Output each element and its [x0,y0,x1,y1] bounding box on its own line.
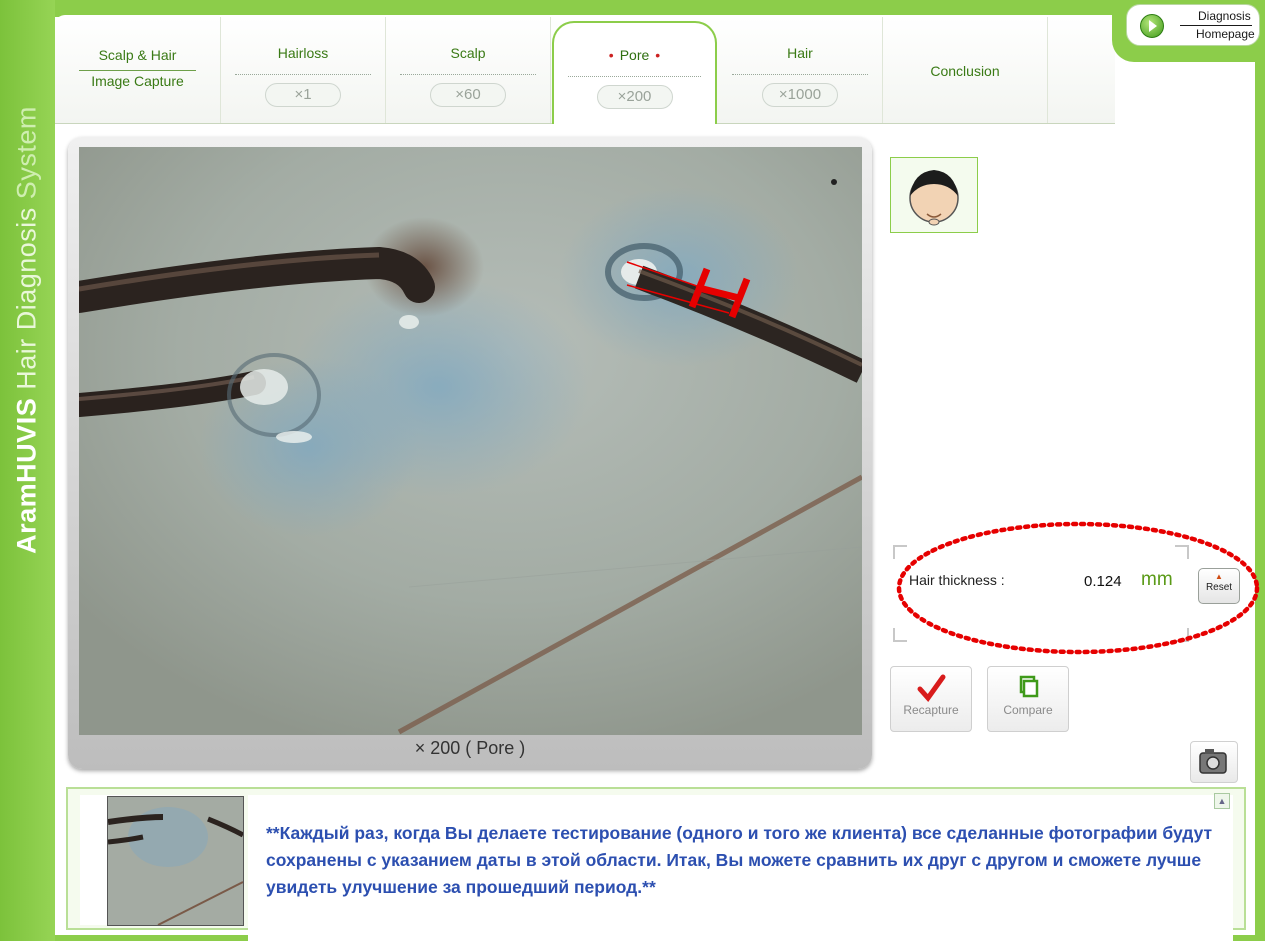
scroll-up-button[interactable]: ▲ [1214,793,1230,809]
brand-title: AramHUVIS Hair Diagnosis System [11,106,42,554]
tab-zoom-badge: ×1 [265,83,341,107]
highlight-ellipse [896,521,1260,655]
tab-zoom-badge: ×60 [430,83,506,107]
tab-label: Pore [554,47,715,63]
compare-button[interactable]: Compare [987,666,1069,732]
checkmark-icon [891,673,971,703]
tab-hair[interactable]: Hair ×1000 [718,17,883,123]
play-circle-icon[interactable] [1140,14,1164,38]
tab-zoom-badge: ×200 [596,85,673,109]
tab-conclusion[interactable]: Conclusion [883,17,1048,123]
tab-label: Conclusion [930,63,1000,79]
tab-label: Hairloss [277,45,329,61]
viewer-caption: × 200 ( Pore ) [414,738,526,758]
tab-label: Scalp & Hair [98,47,177,63]
head-top-icon [909,170,959,226]
tab-pore[interactable]: Pore ×200 [552,21,717,124]
tab-hairloss[interactable]: Hairloss ×1 [221,17,386,123]
avatar[interactable] [890,157,978,233]
home-button-divider [1180,25,1252,26]
tab-separator [235,74,371,75]
tab-scalp[interactable]: Scalp ×60 [386,17,551,123]
home-button-label[interactable]: Homepage [1196,27,1255,41]
recapture-button[interactable]: Recapture [890,666,972,732]
camera-icon [1199,749,1227,774]
history-thumbnail[interactable] [107,796,244,926]
compare-icon [988,673,1068,703]
home-button-label[interactable]: Diagnosis [1198,9,1251,23]
tab-separator [400,74,536,75]
tab-image-capture[interactable]: Scalp & Hair Image Capture [55,17,221,123]
tab-separator [568,76,701,77]
compare-label: Compare [1003,703,1053,717]
recapture-label: Recapture [903,703,959,717]
tab-label: Image Capture [91,73,184,89]
tab-separator [79,70,196,71]
camera-settings-button[interactable] [1190,741,1238,783]
history-note: **Каждый раз, когда Вы делаете тестирова… [266,823,1213,897]
pore-microscope-image [79,147,862,735]
brand-sidebar: AramHUVIS Hair Diagnosis System [0,0,55,941]
tab-bar: Scalp & Hair Image Capture Hairloss ×1 S… [55,17,1115,124]
tab-separator [732,74,868,75]
tab-label: Hair [787,45,813,61]
tab-label: Scalp [450,45,486,61]
tab-zoom-badge: ×1000 [762,83,838,107]
